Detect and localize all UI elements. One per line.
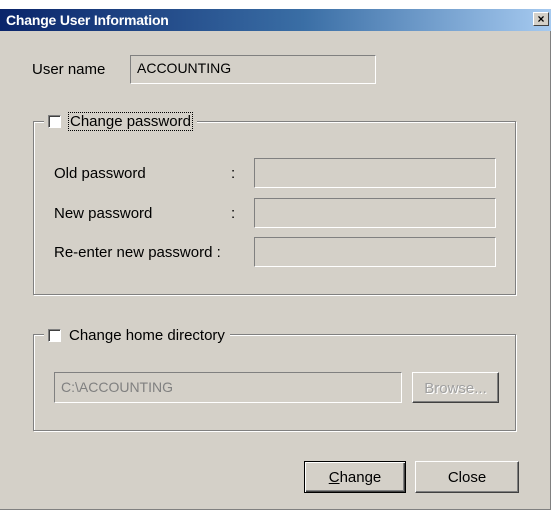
close-button[interactable]: Close bbox=[415, 461, 519, 493]
user-name-label: User name bbox=[32, 61, 106, 78]
change-home-directory-legend: Change home directory bbox=[44, 325, 230, 345]
window-title: Change User Information bbox=[6, 12, 169, 28]
change-home-directory-label[interactable]: Change home directory bbox=[69, 327, 225, 344]
old-password-label: Old password bbox=[54, 165, 146, 182]
home-directory-field[interactable]: C:\ACCOUNTING bbox=[54, 372, 402, 403]
change-home-directory-checkbox[interactable] bbox=[48, 328, 61, 342]
close-button-label: Close bbox=[447, 469, 487, 486]
old-password-field[interactable] bbox=[254, 158, 496, 188]
change-button-label: Change bbox=[305, 469, 405, 486]
new-password-field[interactable] bbox=[254, 198, 496, 228]
close-icon[interactable]: × bbox=[533, 12, 549, 26]
user-name-field: ACCOUNTING bbox=[130, 55, 376, 84]
change-password-checkbox[interactable] bbox=[48, 114, 61, 128]
title-bar[interactable]: Change User Information × bbox=[0, 9, 551, 31]
top-strip bbox=[0, 0, 551, 9]
change-password-legend: Change password bbox=[44, 111, 197, 131]
old-password-colon: : bbox=[231, 165, 236, 182]
browse-button-label: Browse... bbox=[424, 380, 487, 397]
reenter-password-field[interactable] bbox=[254, 237, 496, 267]
home-directory-value: C:\ACCOUNTING bbox=[61, 379, 173, 395]
change-user-information-dialog: Change User Information × User name ACCO… bbox=[0, 0, 551, 510]
change-button[interactable]: Change bbox=[304, 461, 406, 493]
change-password-label[interactable]: Change password bbox=[68, 111, 193, 131]
reenter-password-label: Re-enter new password : bbox=[54, 244, 221, 261]
change-button-label-rest: hange bbox=[339, 469, 382, 486]
new-password-colon: : bbox=[231, 205, 236, 222]
user-name-value: ACCOUNTING bbox=[137, 60, 232, 76]
change-button-mnemonic: C bbox=[328, 469, 340, 486]
browse-button[interactable]: Browse... bbox=[412, 372, 499, 403]
new-password-label: New password bbox=[54, 205, 153, 222]
